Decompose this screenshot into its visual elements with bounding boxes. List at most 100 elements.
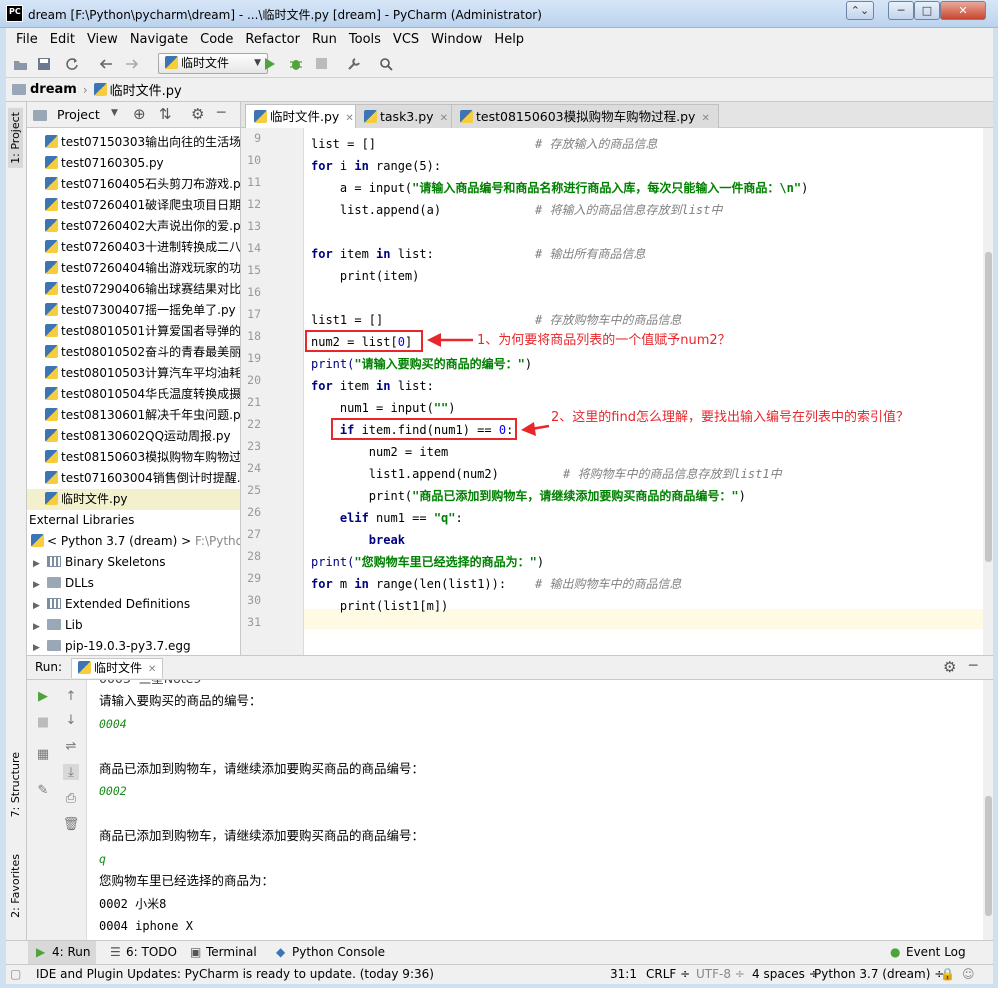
scroll-down-icon[interactable]: ↓ bbox=[63, 712, 79, 728]
status-message[interactable]: IDE and Plugin Updates: PyCharm is ready… bbox=[36, 967, 434, 981]
library-node[interactable]: ▶ DLLs bbox=[27, 573, 240, 594]
layout-icon[interactable]: ▦ bbox=[35, 746, 51, 762]
indent-setting[interactable]: 4 spaces ÷ bbox=[752, 967, 819, 981]
locate-target-icon[interactable]: ⊕ bbox=[133, 105, 146, 123]
project-file-item[interactable]: test07260402大声说出你的爱.py bbox=[27, 216, 240, 237]
menu-vcs[interactable]: VCS bbox=[387, 32, 425, 47]
library-node[interactable]: ▶ Lib bbox=[27, 615, 240, 636]
hide-panel-icon[interactable]: ─ bbox=[217, 105, 225, 121]
rerun-icon[interactable]: ▶ bbox=[35, 688, 51, 704]
sync-icon[interactable] bbox=[64, 56, 80, 72]
project-file-item[interactable]: test07160405石头剪刀布游戏.py bbox=[27, 174, 240, 195]
project-file-item[interactable]: test08130601解决千年虫问题.py bbox=[27, 405, 240, 426]
structure-tool-tab[interactable]: 7: Structure bbox=[8, 748, 23, 821]
menu-run[interactable]: Run bbox=[306, 32, 343, 47]
soft-wrap-icon[interactable]: ⇌ bbox=[63, 738, 79, 754]
hide-panel-icon[interactable]: ─ bbox=[969, 658, 977, 674]
tab-terminal[interactable]: Terminal bbox=[206, 945, 257, 959]
project-file-item[interactable]: test08010503计算汽车平均油耗及费用.py bbox=[27, 363, 240, 384]
menu-edit[interactable]: Edit bbox=[44, 32, 81, 47]
menu-code[interactable]: Code bbox=[194, 32, 239, 47]
tab-todo[interactable]: 6: TODO bbox=[126, 945, 177, 959]
save-all-icon[interactable] bbox=[36, 56, 52, 72]
menu-window[interactable]: Window bbox=[425, 32, 488, 47]
settings-wrench-icon[interactable] bbox=[346, 56, 362, 72]
project-file-item[interactable]: test07160305.py bbox=[27, 153, 240, 174]
stop-icon[interactable]: ■ bbox=[35, 714, 51, 730]
close-icon[interactable]: ✕ bbox=[440, 113, 448, 124]
library-node[interactable]: ▶ Extended Definitions bbox=[27, 594, 240, 615]
pin-icon[interactable]: ✎ bbox=[35, 782, 51, 798]
project-file-item[interactable]: test071603004销售倒计时提醒.py bbox=[27, 468, 240, 489]
inspector-icon[interactable]: ☺ bbox=[962, 967, 975, 981]
search-icon[interactable] bbox=[378, 56, 394, 72]
minimize-button[interactable]: ─ bbox=[888, 1, 914, 20]
menu-view[interactable]: View bbox=[81, 32, 124, 47]
chevron-right-icon[interactable]: ▶ bbox=[33, 596, 43, 615]
favorites-tool-tab[interactable]: 2: Favorites bbox=[8, 850, 23, 922]
editor-scrollbar-thumb[interactable] bbox=[985, 252, 992, 562]
close-icon[interactable]: ✕ bbox=[701, 113, 709, 124]
gear-icon[interactable]: ⚙ bbox=[191, 105, 204, 123]
chevron-right-icon[interactable]: ▶ bbox=[33, 575, 43, 594]
project-file-item[interactable]: test07150303输出向往的生活场景.py bbox=[27, 132, 240, 153]
interpreter-select[interactable]: Python 3.7 (dream) ÷ bbox=[814, 967, 944, 981]
run-icon[interactable] bbox=[262, 56, 278, 72]
project-file-item[interactable]: test07260401破译爬虫项目日期密码.py bbox=[27, 195, 240, 216]
line-separator[interactable]: CRLF ÷ bbox=[646, 967, 690, 981]
scroll-to-end-icon[interactable]: ⤓ bbox=[63, 764, 79, 780]
tab-event-log[interactable]: Event Log bbox=[906, 945, 966, 959]
close-icon[interactable]: ✕ bbox=[148, 664, 156, 675]
file-encoding[interactable]: UTF-8 ÷ bbox=[696, 967, 745, 981]
close-icon[interactable]: ✕ bbox=[345, 113, 353, 124]
tab-python-console[interactable]: Python Console bbox=[292, 945, 385, 959]
chevron-right-icon[interactable]: ▶ bbox=[33, 554, 43, 573]
project-file-item[interactable]: test08010504华氏温度转换成摄氏温度.py bbox=[27, 384, 240, 405]
menu-file[interactable]: File bbox=[10, 32, 44, 47]
breadcrumb-project[interactable]: dream bbox=[30, 82, 77, 97]
open-folder-icon[interactable] bbox=[12, 56, 28, 72]
menu-refactor[interactable]: Refactor bbox=[239, 32, 306, 47]
chevron-right-icon[interactable]: ▶ bbox=[33, 617, 43, 636]
console-output[interactable]: 0003 三星Note9 请输入要购买的商品的编号： 0004 商品已添加到购物车，… bbox=[99, 680, 979, 941]
close-button[interactable]: ✕ bbox=[940, 1, 986, 20]
project-file-item[interactable]: test07260404输出游戏玩家的功力值.py bbox=[27, 258, 240, 279]
stop-icon[interactable] bbox=[314, 56, 330, 72]
chevron-right-icon[interactable]: ▶ bbox=[33, 638, 43, 655]
project-file-item[interactable]: test07290406输出球赛结果对比图.py bbox=[27, 279, 240, 300]
python-sdk-node[interactable]: < Python 3.7 (dream) > F:\Python bbox=[27, 531, 240, 552]
project-file-item[interactable]: test08130602QQ运动周报.py bbox=[27, 426, 240, 447]
tab-run[interactable]: 4: Run bbox=[52, 945, 91, 959]
debug-icon[interactable] bbox=[288, 56, 304, 72]
expand-icon[interactable]: ⌃⌄ bbox=[846, 1, 874, 20]
tab-task3[interactable]: task3.py ✕ bbox=[355, 104, 457, 128]
breadcrumb-file[interactable]: 临时文件.py bbox=[110, 80, 182, 99]
trash-icon[interactable]: 🗑 bbox=[63, 816, 80, 832]
collapse-all-icon[interactable]: ⇅ bbox=[159, 105, 172, 123]
project-file-item[interactable]: test08010502奋斗的青春最美丽.py bbox=[27, 342, 240, 363]
run-configuration-select[interactable]: 临时文件 ▼ bbox=[158, 53, 268, 74]
menu-navigate[interactable]: Navigate bbox=[124, 32, 194, 47]
tab-test08150603[interactable]: test08150603模拟购物车购物过程.py ✕ bbox=[451, 104, 719, 128]
console-scrollbar-thumb[interactable] bbox=[985, 796, 992, 916]
external-libraries-node[interactable]: External Libraries bbox=[27, 510, 240, 531]
menu-tools[interactable]: Tools bbox=[343, 32, 387, 47]
project-view-select[interactable]: Project bbox=[57, 107, 100, 122]
cursor-position[interactable]: 31:1 bbox=[610, 967, 637, 981]
project-file-item[interactable]: test07300407摇一摇免单了.py bbox=[27, 300, 240, 321]
project-file-item[interactable]: test08150603模拟购物车购物过程.py bbox=[27, 447, 240, 468]
project-file-item[interactable]: test07260403十进制转换成二八十六进制.py bbox=[27, 237, 240, 258]
forward-arrow-icon[interactable] bbox=[124, 56, 140, 72]
library-node[interactable]: ▶ pip-19.0.3-py3.7.egg bbox=[27, 636, 240, 655]
run-tab[interactable]: 临时文件 ✕ bbox=[71, 658, 164, 678]
chevron-down-icon[interactable]: ▼ bbox=[111, 108, 118, 118]
scroll-up-icon[interactable]: ↑ bbox=[63, 688, 79, 704]
menu-help[interactable]: Help bbox=[488, 32, 530, 47]
code-area[interactable]: list = [] # 存放输入的商品信息 for i in range(5): … bbox=[311, 128, 983, 655]
maximize-button[interactable]: □ bbox=[914, 1, 940, 20]
lock-icon[interactable]: 🔒 bbox=[940, 967, 955, 981]
library-node[interactable]: ▶ Binary Skeletons bbox=[27, 552, 240, 573]
tab-linshi-file[interactable]: 临时文件.py ✕ bbox=[245, 104, 363, 128]
gear-icon[interactable]: ⚙ bbox=[943, 658, 956, 676]
project-file-item-selected[interactable]: 临时文件.py bbox=[27, 489, 240, 510]
